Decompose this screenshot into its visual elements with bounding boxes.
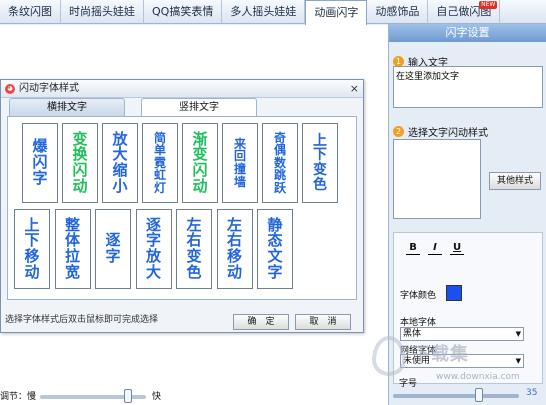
dialog-title: 闪动字体样式 xyxy=(19,83,79,94)
chevron-down-icon: ▼ xyxy=(515,330,521,338)
local-font-select[interactable]: 黑体 ▼ xyxy=(400,327,524,341)
font-style-dialog: ◕ 闪动字体样式 × 横排文字 竖排文字 爆闪字 变换闪动 放大缩小 简单霓虹灯 渐变闪… xyxy=(0,79,364,333)
style-card[interactable]: 来回撞墙 xyxy=(222,123,258,203)
dialog-hint: 选择字体样式后双击鼠标即可完成选择 xyxy=(5,315,159,325)
tab-5[interactable]: 动感饰品 xyxy=(367,0,429,24)
underline-button[interactable]: U xyxy=(450,241,464,255)
style-card[interactable]: 逐字放大 xyxy=(135,209,172,289)
speed-fast-label: 快 xyxy=(152,392,162,402)
style-card-text: 来回撞墙 xyxy=(233,136,246,189)
speed-slider-thumb[interactable] xyxy=(123,389,132,403)
dialog-tabs: 横排文字 竖排文字 xyxy=(9,98,257,116)
italic-button[interactable]: I xyxy=(428,241,442,255)
style-card-text: 左右移动 xyxy=(226,215,242,281)
style-card-text: 整体拉宽 xyxy=(64,215,80,281)
style-card-text: 奇偶数跳跃 xyxy=(273,130,286,195)
step2-label: 选择文字闪动样式 xyxy=(408,128,488,139)
style-card[interactable]: 奇偶数跳跃 xyxy=(262,123,298,203)
style-card[interactable]: 简单霓虹灯 xyxy=(142,123,178,203)
tab-horizontal-text[interactable]: 横排文字 xyxy=(9,98,125,116)
font-size-thumb[interactable] xyxy=(475,388,483,402)
style-card[interactable]: 渐变闪动 xyxy=(182,123,218,203)
style-preview xyxy=(393,139,481,219)
local-font-value: 黑体 xyxy=(403,329,422,339)
step2-number-icon: 2 xyxy=(393,126,404,137)
style-card-text: 上下变色 xyxy=(313,132,327,193)
new-badge: NEW xyxy=(479,1,498,9)
tab-label: QQ搞笑表情 xyxy=(152,5,214,18)
app-icon: ◕ xyxy=(5,84,15,94)
close-icon[interactable]: × xyxy=(350,80,359,98)
speed-label: 调节：慢 xyxy=(0,392,37,402)
style-card[interactable]: 变换闪动 xyxy=(62,123,98,203)
style-card-text: 左右变色 xyxy=(186,215,202,281)
tab-label: 动感饰品 xyxy=(375,5,420,18)
watermark-logo-icon xyxy=(372,336,406,376)
tab-label: 条纹闪图 xyxy=(8,5,52,18)
style-card-text: 变换闪动 xyxy=(72,129,88,195)
tab-vertical-text[interactable]: 竖排文字 xyxy=(141,98,257,116)
tab-label: 时尚摇头娃娃 xyxy=(69,5,135,18)
style-card-text: 爆闪字 xyxy=(32,137,48,187)
step2-heading: 2 选择文字闪动样式 xyxy=(393,124,488,139)
font-size-track[interactable] xyxy=(393,394,519,398)
tab-0[interactable]: 条纹闪图 xyxy=(0,0,61,24)
style-card[interactable]: 逐字 xyxy=(95,209,131,289)
cancel-button[interactable]: 取 消 xyxy=(295,314,351,330)
font-color-label: 字体颜色 xyxy=(400,291,437,301)
tab-6[interactable]: 自己做闪图 NEW xyxy=(428,0,501,24)
style-card[interactable]: 静态文字 xyxy=(257,209,293,289)
ok-button[interactable]: 确 定 xyxy=(233,314,289,330)
style-card[interactable]: 上下变色 xyxy=(302,123,338,203)
style-card-text: 逐字放大 xyxy=(145,215,161,281)
style-card[interactable]: 放大缩小 xyxy=(102,123,138,203)
tab-bar: 条纹闪图 时尚摇头娃娃 QQ搞笑表情 多人摇头娃娃 动画闪字 动感饰品 自己做闪图 NEW xyxy=(0,0,546,25)
style-card[interactable]: 左右移动 xyxy=(216,209,253,289)
style-card-text: 逐字 xyxy=(105,231,121,265)
style-card-text: 渐变闪动 xyxy=(192,129,208,195)
font-color-swatch[interactable] xyxy=(446,285,462,301)
style-card-text: 简单霓虹灯 xyxy=(153,130,166,195)
style-card[interactable]: 整体拉宽 xyxy=(54,209,91,289)
watermark-url: www.downxia.com xyxy=(436,372,520,382)
bold-button[interactable]: B xyxy=(406,241,420,255)
tab-label: 动画闪字 xyxy=(314,6,359,19)
style-card-text: 静态文字 xyxy=(267,215,283,281)
chevron-down-icon: ▼ xyxy=(515,357,521,365)
other-styles-button[interactable]: 其他样式 xyxy=(489,172,541,190)
tab-label: 多人摇头娃娃 xyxy=(230,5,297,18)
tab-1[interactable]: 时尚摇头娃娃 xyxy=(61,0,144,24)
text-input[interactable]: 在这里添加文字 xyxy=(393,66,543,108)
tab-4[interactable]: 动画闪字 xyxy=(305,0,368,25)
panel-title: 闪字设置 xyxy=(389,24,546,42)
dialog-titlebar: ◕ 闪动字体样式 × xyxy=(1,80,363,98)
font-size-value: 35 xyxy=(526,388,538,398)
style-card[interactable]: 爆闪字 xyxy=(22,123,58,203)
style-grid: 爆闪字 变换闪动 放大缩小 简单霓虹灯 渐变闪动 来回撞墙 奇偶数跳跃 上下变色上下移动 整体拉… xyxy=(7,116,357,300)
style-card-text: 上下移动 xyxy=(24,215,40,281)
watermark-text: 下载集 xyxy=(412,344,469,365)
style-card-text: 放大缩小 xyxy=(112,129,128,195)
tab-2[interactable]: QQ搞笑表情 xyxy=(144,0,223,24)
tab-3[interactable]: 多人摇头娃娃 xyxy=(222,0,306,24)
style-card[interactable]: 上下移动 xyxy=(14,209,50,289)
style-card[interactable]: 左右变色 xyxy=(176,209,212,289)
font-size-label: 字号 xyxy=(399,379,418,389)
